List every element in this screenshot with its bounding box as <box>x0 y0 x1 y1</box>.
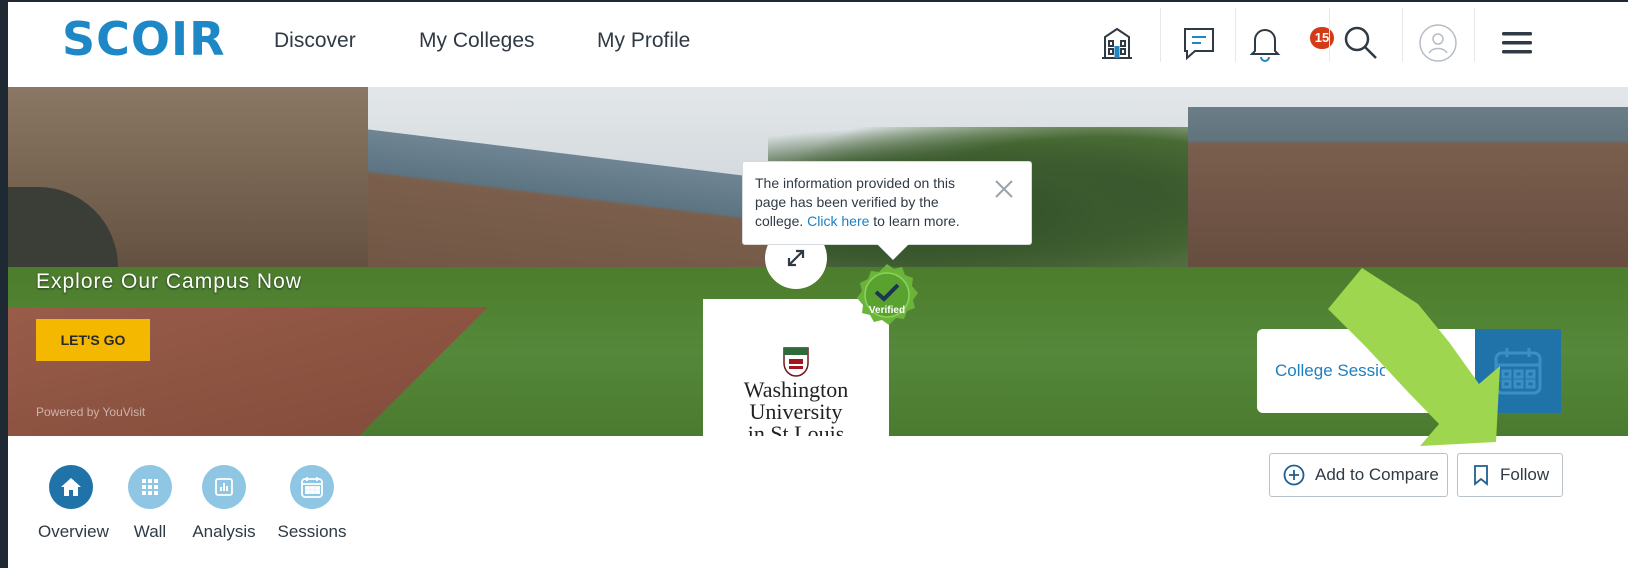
tab-label: Wall <box>133 522 167 541</box>
campus-tour-hero[interactable]: Explore Our Campus Now LET'S GO Powered … <box>8 87 1628 436</box>
follow-label: Follow <box>1500 465 1550 484</box>
calendar-icon <box>290 465 334 509</box>
nav-my-profile[interactable]: My Profile <box>597 29 690 53</box>
home-icon <box>49 465 93 509</box>
close-icon[interactable] <box>993 178 1015 200</box>
calendar-icon[interactable] <box>1475 329 1561 413</box>
verified-badge[interactable]: Verified <box>854 263 920 329</box>
tab-wall[interactable]: Wall <box>127 465 173 542</box>
college-sessions-link[interactable]: College Sessions <box>1275 361 1385 381</box>
building-icon[interactable] <box>1090 16 1144 70</box>
add-to-compare-label: Add to Compare <box>1315 465 1439 484</box>
search-icon[interactable] <box>1334 16 1388 70</box>
lets-go-button[interactable]: LET'S GO <box>36 319 150 361</box>
logo-line: University <box>749 399 843 424</box>
logo-line: Washington <box>743 377 849 402</box>
tooltip-pointer <box>877 244 909 260</box>
tab-label: Overview <box>38 522 109 541</box>
tab-label: Sessions <box>277 522 347 541</box>
tab-overview[interactable]: Overview <box>38 465 109 542</box>
user-avatar-icon[interactable] <box>1411 16 1465 70</box>
menu-icon[interactable] <box>1490 16 1544 70</box>
nav-separator <box>1235 8 1236 62</box>
explore-campus-text: Explore Our Campus Now <box>36 270 302 293</box>
bookmark-icon <box>1474 465 1488 486</box>
chat-icon[interactable] <box>1172 16 1226 70</box>
nav-my-colleges[interactable]: My Colleges <box>419 29 535 53</box>
nav-separator <box>1329 8 1330 62</box>
grid-icon <box>128 465 172 509</box>
tab-label: Analysis <box>192 522 256 541</box>
tooltip-learn-more-link[interactable]: Click here <box>807 213 869 229</box>
tooltip-text-end: to learn more. <box>873 213 960 229</box>
add-to-compare-button[interactable]: Add to Compare <box>1269 453 1448 497</box>
nav-separator <box>1402 8 1403 62</box>
verified-label: Verified <box>869 305 905 316</box>
app-window: SCOIR Discover My Colleges My Profile 15… <box>8 2 1628 568</box>
hero-building-right <box>1188 107 1628 292</box>
follow-button[interactable]: Follow <box>1457 453 1563 497</box>
nav-separator <box>1474 8 1475 62</box>
bell-icon[interactable] <box>1238 16 1292 70</box>
tab-sessions[interactable]: Sessions <box>276 465 348 542</box>
logo-line: in St.Louis <box>747 421 845 437</box>
college-crest-icon <box>783 347 809 377</box>
tab-analysis[interactable]: Analysis <box>192 465 256 542</box>
bar-chart-icon <box>202 465 246 509</box>
plus-circle-icon <box>1283 464 1305 486</box>
notification-badge: 15 <box>1310 27 1334 49</box>
college-logo-wordmark: Washington University in St.Louis <box>703 377 889 437</box>
powered-by-text[interactable]: Powered by YouVisit <box>36 405 145 419</box>
nav-separator <box>1160 8 1161 62</box>
nav-discover[interactable]: Discover <box>274 29 356 53</box>
verified-tooltip: The information provided on this page ha… <box>742 161 1032 260</box>
top-navigation: SCOIR Discover My Colleges My Profile 15 <box>8 2 1628 87</box>
scoir-logo[interactable]: SCOIR <box>62 16 226 62</box>
